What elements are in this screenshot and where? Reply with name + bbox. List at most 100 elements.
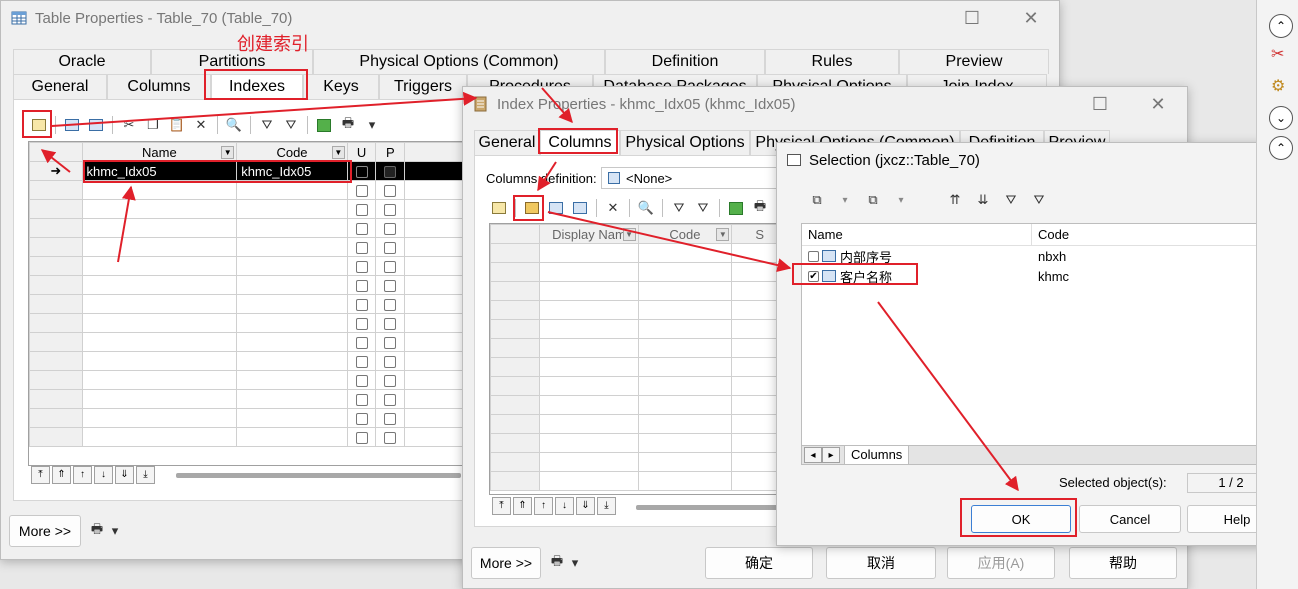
primary-cell[interactable] [375,237,406,257]
row-header[interactable] [29,275,83,295]
tab-keys[interactable]: Keys [303,74,379,99]
primary-checkbox[interactable] [384,337,397,350]
table-row[interactable] [29,256,463,276]
excel-icon[interactable] [726,198,746,218]
maximize-icon[interactable]: ☐ [961,7,983,29]
apply-button[interactable]: 应用(A) [947,547,1055,579]
properties-icon[interactable] [489,198,509,218]
unique-cell[interactable] [346,237,377,257]
primary-cell[interactable] [375,199,406,219]
unique-checkbox[interactable] [355,223,368,236]
code-cell[interactable] [637,357,733,377]
scroll-down-icon[interactable]: ⌄ [1269,106,1293,130]
table-row[interactable] [29,237,463,257]
table-row[interactable] [29,408,463,428]
row-header[interactable] [490,300,541,320]
print-icon[interactable]: 🖶 [338,115,358,135]
unique-cell[interactable] [346,256,377,276]
column-header-code[interactable]: Code ▼ [637,224,733,244]
add-row-icon[interactable] [546,198,566,218]
row-header[interactable] [29,351,83,371]
unique-checkbox[interactable] [355,432,368,445]
unique-checkbox[interactable] [355,394,368,407]
primary-checkbox[interactable] [384,204,397,217]
display-name-cell[interactable] [539,338,639,358]
table-row[interactable] [490,357,788,377]
unique-cell[interactable] [346,161,377,181]
code-cell[interactable] [637,262,733,282]
index-name-cell[interactable] [81,389,238,409]
display-name-cell[interactable] [539,243,639,263]
index-name-cell[interactable] [81,256,238,276]
add-row-icon[interactable] [62,115,82,135]
code-cell[interactable] [637,414,733,434]
scissors-icon[interactable]: ✂ [1271,44,1284,64]
select-all-icon[interactable]: ⧉ [807,190,827,210]
table-row[interactable] [490,471,788,491]
index-code-cell[interactable] [236,389,348,409]
index-name-cell[interactable] [81,313,238,333]
index-name-cell[interactable] [81,199,238,219]
more-button[interactable]: More >> [9,515,81,547]
row-header[interactable] [490,319,541,339]
tab-physical-options[interactable]: Physical Options [620,130,750,155]
table-row[interactable] [490,414,788,434]
primary-cell[interactable] [375,332,406,352]
insert-row-icon[interactable] [570,198,590,218]
cancel-button[interactable]: 取消 [826,547,936,579]
row-header[interactable] [490,262,541,282]
table-row[interactable] [490,300,788,320]
index-code-cell[interactable] [236,256,348,276]
deselect-all-icon[interactable]: ⧉ [863,190,883,210]
tab-general[interactable]: General [13,74,107,99]
primary-cell[interactable] [375,218,406,238]
row-header[interactable] [490,376,541,396]
unique-checkbox[interactable] [355,242,368,255]
code-cell[interactable] [637,243,733,263]
column-header-code[interactable]: Code ▼ [236,142,348,162]
unique-cell[interactable] [346,218,377,238]
table-row[interactable] [29,427,463,447]
index-name-cell[interactable] [81,180,238,200]
primary-checkbox[interactable] [384,299,397,312]
primary-checkbox[interactable] [384,280,397,293]
code-cell[interactable] [637,471,733,491]
table-row[interactable] [29,218,463,238]
code-cell[interactable] [637,395,733,415]
row-header[interactable] [29,370,83,390]
row-header[interactable] [29,237,83,257]
insert-row-icon[interactable] [86,115,106,135]
ok-button[interactable]: OK [971,505,1071,533]
code-cell[interactable] [637,338,733,358]
unique-cell[interactable] [346,199,377,219]
table-row[interactable] [29,180,463,200]
scroll-up-icon[interactable]: ⌃ [1269,136,1293,160]
unique-cell[interactable] [346,332,377,352]
primary-cell[interactable] [375,408,406,428]
column-header-primary[interactable]: P [375,142,406,162]
tab-definition[interactable]: Definition [605,49,765,74]
filter-icon[interactable]: ⛛ [1001,190,1021,210]
primary-checkbox[interactable] [384,375,397,388]
table-row[interactable] [29,351,463,371]
table-row[interactable] [490,319,788,339]
primary-cell[interactable] [375,427,406,447]
page-up-icon[interactable]: ⇑ [52,466,71,484]
index-code-cell[interactable] [236,408,348,428]
close-icon[interactable]: ✕ [1020,7,1042,29]
index-code-cell[interactable] [236,427,348,447]
unique-checkbox[interactable] [355,166,368,179]
display-name-cell[interactable] [539,433,639,453]
index-name-cell[interactable] [81,332,238,352]
column-filter-icon[interactable]: ▼ [622,228,636,241]
find-icon[interactable]: 🔍 [636,198,656,218]
index-code-cell[interactable] [236,313,348,333]
code-cell[interactable] [637,300,733,320]
excel-icon[interactable] [314,115,334,135]
index-name-cell[interactable] [81,427,238,447]
row-header[interactable] [29,427,83,447]
index-code-cell[interactable] [236,294,348,314]
delete-icon[interactable]: ✕ [603,198,623,218]
primary-cell[interactable] [375,389,406,409]
index-code-cell[interactable] [236,275,348,295]
